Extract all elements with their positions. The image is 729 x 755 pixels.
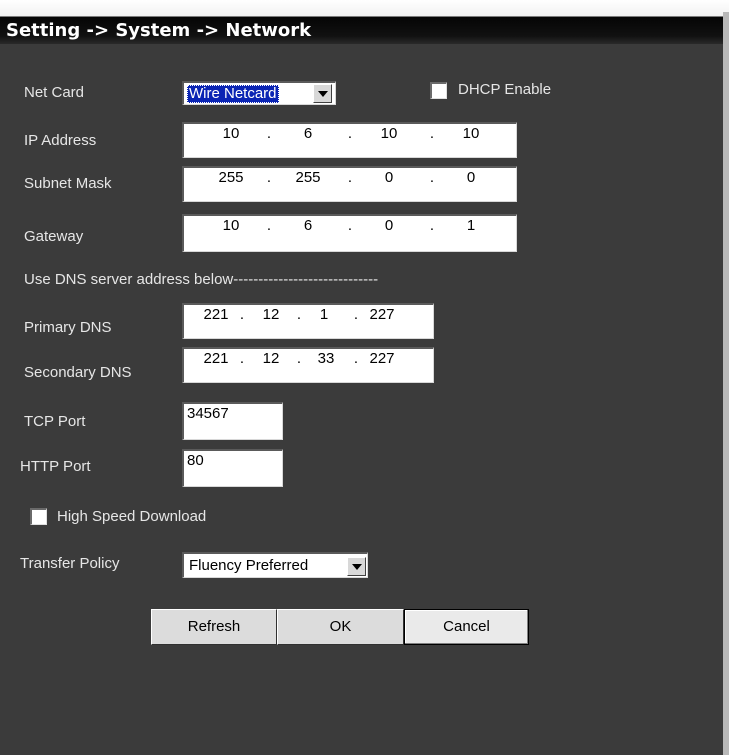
chevron-down-icon[interactable] [347,557,366,576]
ip-octet[interactable]: 0 [365,168,413,188]
ip-octet[interactable]: 12 [251,349,291,369]
chevron-down-icon[interactable] [313,84,332,103]
high-speed-download-checkbox[interactable] [30,508,47,525]
ok-button[interactable]: OK [277,609,404,645]
http-port-input[interactable]: 80 [182,449,283,487]
primary-dns-label: Primary DNS [24,319,112,336]
ip-separator: . [429,217,435,234]
ip-separator: . [296,306,302,323]
high-speed-download-label: High Speed Download [57,508,207,525]
ip-octet[interactable]: 221 [196,349,236,369]
window-border [723,12,729,755]
transfer-policy-select[interactable]: Fluency Preferred [182,552,368,578]
http-port-label: HTTP Port [20,458,91,475]
ip-separator: . [239,350,245,367]
dns-section-header: Use DNS server address below------------… [24,271,379,288]
ip-octet[interactable]: 1 [304,305,344,325]
transfer-policy-label: Transfer Policy [20,555,120,572]
ip-separator: . [239,306,245,323]
ip-separator: . [353,306,359,323]
ip-separator: . [266,217,272,234]
ip-separator: . [353,350,359,367]
ip-octet[interactable]: 10 [365,124,413,144]
ip-separator: . [429,125,435,142]
ip-separator: . [266,125,272,142]
ip-octet[interactable]: 6 [284,216,332,236]
net-card-selected-value: Wire Netcard [187,85,279,103]
tcp-port-label: TCP Port [24,413,86,430]
ip-address-field[interactable]: 10 . 6 . 10 . 10 [182,122,517,158]
net-card-select[interactable]: Wire Netcard [182,81,336,105]
ip-octet[interactable]: 0 [447,168,495,188]
ip-separator: . [347,125,353,142]
net-card-label: Net Card [24,84,85,101]
secondary-dns-field[interactable]: 221 . 12 . 33 . 227 [182,347,434,383]
ip-separator: . [296,350,302,367]
gateway-field[interactable]: 10 . 6 . 0 . 1 [182,214,517,252]
tcp-port-input[interactable]: 34567 [182,402,283,440]
refresh-button[interactable]: Refresh [151,609,277,645]
ip-octet[interactable]: 221 [196,305,236,325]
ip-address-label: IP Address [24,132,97,149]
ip-octet[interactable]: 10 [207,216,255,236]
ip-octet[interactable]: 12 [251,305,291,325]
ip-octet[interactable]: 227 [362,349,402,369]
ip-octet[interactable]: 227 [362,305,402,325]
subnet-mask-field[interactable]: 255 . 255 . 0 . 0 [182,166,517,202]
ip-separator: . [266,169,272,186]
ip-separator: . [347,169,353,186]
gateway-label: Gateway [24,228,84,245]
cancel-button[interactable]: Cancel [404,609,529,645]
ip-separator: . [429,169,435,186]
title-bar: Setting -> System -> Network [0,0,729,44]
ip-octet[interactable]: 1 [447,216,495,236]
ip-octet[interactable]: 0 [365,216,413,236]
ip-octet[interactable]: 10 [207,124,255,144]
dhcp-enable-checkbox[interactable] [430,82,447,99]
ip-octet[interactable]: 255 [207,168,255,188]
ip-octet[interactable]: 10 [447,124,495,144]
subnet-mask-label: Subnet Mask [24,175,112,192]
network-settings-dialog: Setting -> System -> Network Net Card Wi… [0,0,729,755]
ip-octet[interactable]: 255 [284,168,332,188]
ip-separator: . [347,217,353,234]
ip-octet[interactable]: 6 [284,124,332,144]
breadcrumb-title: Setting -> System -> Network [6,20,312,41]
primary-dns-field[interactable]: 221 . 12 . 1 . 227 [182,303,434,339]
transfer-policy-selected-value: Fluency Preferred [189,557,309,574]
secondary-dns-label: Secondary DNS [24,364,132,381]
ip-octet[interactable]: 33 [306,349,346,369]
dhcp-enable-label: DHCP Enable [458,81,552,98]
